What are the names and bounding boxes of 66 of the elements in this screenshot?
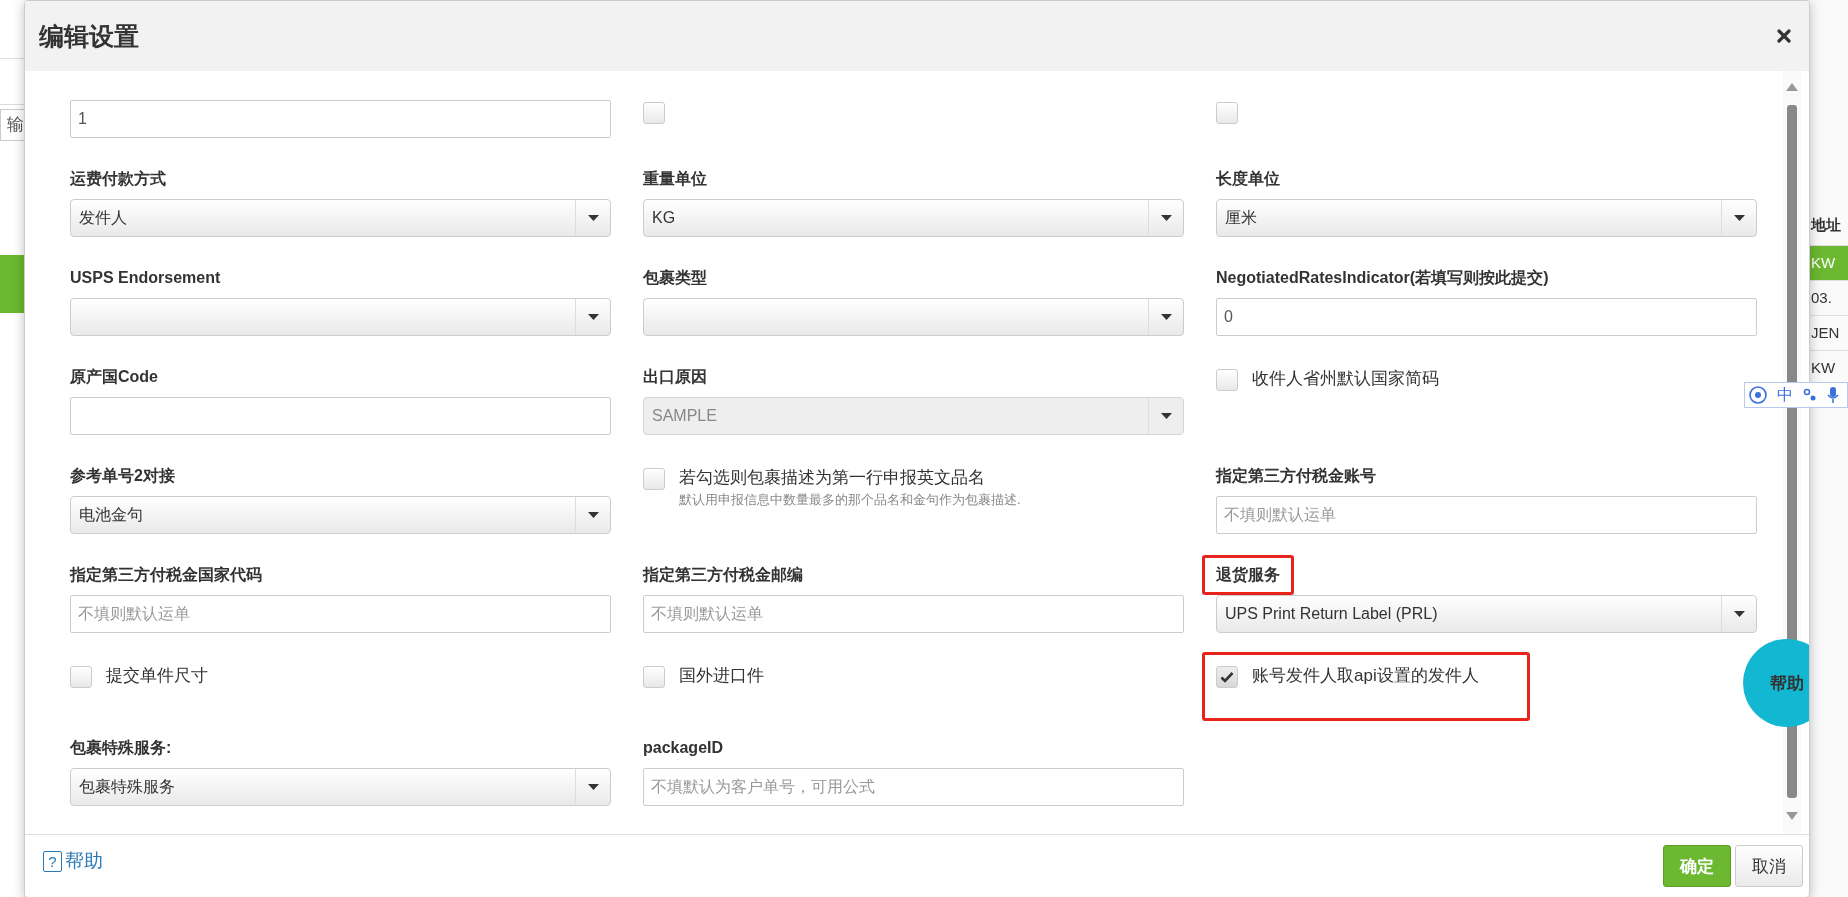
input-field[interactable] <box>70 397 611 435</box>
help-button[interactable]: 帮助 <box>1743 639 1809 727</box>
select-field[interactable]: KG <box>643 199 1184 237</box>
field-label: 指定第三方付税金国家代码 <box>70 566 262 583</box>
field-label: 包裹特殊服务: <box>70 739 172 756</box>
caret-icon <box>1160 314 1172 320</box>
logo-icon <box>1749 386 1767 404</box>
microphone-icon[interactable] <box>1827 387 1839 403</box>
help-icon: ? <box>43 850 62 872</box>
input-field[interactable]: 不填则默认运单 <box>643 595 1184 633</box>
checkbox[interactable] <box>1216 666 1238 688</box>
input-field[interactable]: 不填默认为客户单号，可用公式 <box>643 768 1184 806</box>
hint-text: 默认用申报信息中数量最多的那个品名和金句作为包裹描述. <box>679 491 1021 509</box>
input-field[interactable]: 不填则默认运单 <box>1216 496 1757 534</box>
scroll-up-icon[interactable] <box>1786 83 1798 91</box>
field-label: packageID <box>643 739 724 756</box>
checkbox-label: 提交单件尺寸 <box>106 665 208 687</box>
checkbox[interactable] <box>1216 369 1238 391</box>
select-field[interactable]: 电池金句 <box>70 496 611 534</box>
close-icon[interactable] <box>1777 29 1791 43</box>
checkbox[interactable] <box>70 666 92 688</box>
caret-icon <box>587 784 599 790</box>
select-field[interactable]: 包裹特殊服务 <box>70 768 611 806</box>
input-field[interactable]: 0 <box>1216 298 1757 336</box>
caret-icon <box>1160 413 1172 419</box>
field-label: 指定第三方付税金邮编 <box>643 566 803 583</box>
field-label: USPS Endorsement <box>70 269 221 286</box>
select-field[interactable]: 厘米 <box>1216 199 1757 237</box>
field-label: 退货服务 <box>1216 566 1280 583</box>
checkbox-label: 收件人省州默认国家简码 <box>1252 368 1439 390</box>
field-label: 包裹类型 <box>643 269 707 286</box>
field-label: 指定第三方付税金账号 <box>1216 467 1376 484</box>
caret-icon <box>1733 611 1745 617</box>
field-label: 参考单号2对接 <box>70 467 175 484</box>
punctuation-icon[interactable] <box>1803 388 1817 402</box>
select-field[interactable]: 发件人 <box>70 199 611 237</box>
ime-mode-label[interactable]: 中 <box>1777 384 1793 406</box>
input-field[interactable]: 1 <box>70 100 611 138</box>
help-link[interactable]: ? 帮助 <box>43 848 103 874</box>
field-label: 出口原因 <box>643 368 707 385</box>
field-label: 长度单位 <box>1216 170 1280 187</box>
checkbox[interactable] <box>643 666 665 688</box>
checkbox[interactable] <box>643 102 665 124</box>
field-label: 原产国Code <box>70 368 158 385</box>
caret-icon <box>587 314 599 320</box>
background-table-cell: KW <box>1808 246 1848 281</box>
checkbox-label: 国外进口件 <box>679 665 764 687</box>
select-field[interactable] <box>70 298 611 336</box>
caret-icon <box>1160 215 1172 221</box>
caret-icon <box>587 215 599 221</box>
input-field[interactable]: 不填则默认运单 <box>70 595 611 633</box>
checkbox-label: 账号发件人取api设置的发件人 <box>1252 665 1479 687</box>
caret-icon <box>587 512 599 518</box>
checkbox-label: 若勾选则包裹描述为第一行申报英文品名 <box>679 467 985 489</box>
caret-icon <box>1733 215 1745 221</box>
field-label: 重量单位 <box>643 170 707 187</box>
dialog-title: 编辑设置 <box>39 20 139 52</box>
field-label: NegotiatedRatesIndicator(若填写则按此提交) <box>1216 269 1549 286</box>
check-icon <box>1220 671 1234 683</box>
checkbox[interactable] <box>1216 102 1238 124</box>
select-field[interactable]: UPS Print Return Label (PRL) <box>1216 595 1757 633</box>
cancel-button[interactable]: 取消 <box>1735 845 1803 887</box>
scroll-down-icon[interactable] <box>1786 812 1798 820</box>
select-field[interactable] <box>643 298 1184 336</box>
field-label: 运费付款方式 <box>70 170 166 187</box>
checkbox[interactable] <box>643 468 665 490</box>
